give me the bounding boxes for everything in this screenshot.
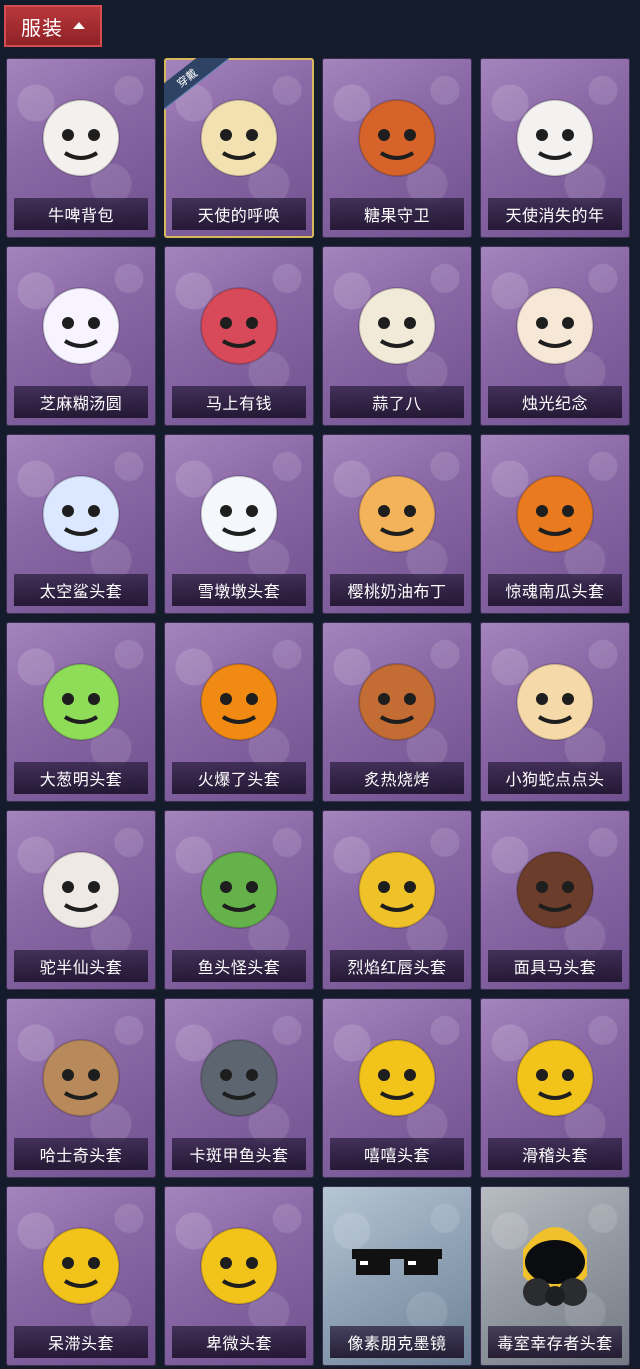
outfit-card-label: 大葱明头套 xyxy=(14,762,148,794)
jack-o-lantern-icon xyxy=(480,444,630,574)
dumpling-icon xyxy=(6,256,156,386)
outfit-card-label: 糖果守卫 xyxy=(330,198,464,230)
outfit-card-label: 火爆了头套 xyxy=(172,762,306,794)
outfit-card-label: 樱桃奶油布丁 xyxy=(330,574,464,606)
outfit-card-label: 哈士奇头套 xyxy=(14,1138,148,1170)
husky-icon xyxy=(6,1008,156,1138)
outfit-card[interactable]: 芝麻糊汤圆 xyxy=(6,246,156,426)
outfit-card[interactable]: 太空鲨头套 xyxy=(6,434,156,614)
pudding-icon xyxy=(322,444,472,574)
outfit-card[interactable]: 火爆了头套 xyxy=(164,622,314,802)
fire-spirit-icon xyxy=(164,632,314,762)
outfit-card-label: 驼半仙头套 xyxy=(14,950,148,982)
pumpkin-guard-icon xyxy=(322,68,472,198)
outfit-card-label: 蒜了八 xyxy=(330,386,464,418)
outfit-card-label: 小狗蛇点点头 xyxy=(488,762,622,794)
outfit-category-tab[interactable]: 服装 xyxy=(4,5,102,47)
outfit-card[interactable]: 鱼头怪头套 xyxy=(164,810,314,990)
outfit-card-label: 芝麻糊汤圆 xyxy=(14,386,148,418)
outfit-card[interactable]: 卡斑甲鱼头套 xyxy=(164,998,314,1178)
outfit-card[interactable]: 穿戴 天使的呼唤 xyxy=(164,58,314,238)
scallion-icon xyxy=(6,632,156,762)
outfit-card[interactable]: 面具马头套 xyxy=(480,810,630,990)
outfit-card-label: 鱼头怪头套 xyxy=(172,950,306,982)
outfit-card[interactable]: 糖果守卫 xyxy=(322,58,472,238)
alpaca-sunglasses-icon xyxy=(6,820,156,950)
smirk-emoji-icon xyxy=(480,1008,630,1138)
stare-emoji-icon xyxy=(6,1196,156,1326)
outfit-card-label: 毒室幸存者头套 xyxy=(488,1326,622,1358)
outfit-card[interactable]: 樱桃奶油布丁 xyxy=(322,434,472,614)
horse-mask-icon xyxy=(480,820,630,950)
lips-mask-icon xyxy=(322,820,472,950)
chevron-up-icon xyxy=(73,21,85,29)
veiled-angel-icon xyxy=(480,68,630,198)
outfit-card-label: 面具马头套 xyxy=(488,950,622,982)
outfit-card-label: 天使消失的年 xyxy=(488,198,622,230)
red-horse-icon xyxy=(164,256,314,386)
outfit-card-label: 惊魂南瓜头套 xyxy=(488,574,622,606)
snowman-icon xyxy=(164,444,314,574)
outfit-card[interactable]: 嘻嘻头套 xyxy=(322,998,472,1178)
outfit-card[interactable]: 天使消失的年 xyxy=(480,58,630,238)
outfit-card-label: 牛啤背包 xyxy=(14,198,148,230)
outfit-card-label: 雪墩墩头套 xyxy=(172,574,306,606)
outfit-card[interactable]: 雪墩墩头套 xyxy=(164,434,314,614)
turtle-icon xyxy=(164,1008,314,1138)
gas-mask-icon xyxy=(480,1196,630,1326)
outfit-card[interactable]: 毒室幸存者头套 xyxy=(480,1186,630,1366)
space-shark-icon xyxy=(6,444,156,574)
outfit-card-label: 嘻嘻头套 xyxy=(330,1138,464,1170)
fish-head-icon xyxy=(164,820,314,950)
grin-emoji-icon xyxy=(322,1008,472,1138)
outfit-card[interactable]: 蒜了八 xyxy=(322,246,472,426)
outfit-card-label: 炙热烧烤 xyxy=(330,762,464,794)
outfit-card-label: 卡斑甲鱼头套 xyxy=(172,1138,306,1170)
outfit-card-label: 太空鲨头套 xyxy=(14,574,148,606)
outfit-card-label: 呆滞头套 xyxy=(14,1326,148,1358)
outfit-card[interactable]: 炙热烧烤 xyxy=(322,622,472,802)
outfit-card[interactable]: 惊魂南瓜头套 xyxy=(480,434,630,614)
outfit-card[interactable]: 烛光纪念 xyxy=(480,246,630,426)
outfit-card-label: 天使的呼唤 xyxy=(172,198,306,230)
outfit-card[interactable]: 呆滞头套 xyxy=(6,1186,156,1366)
outfit-card-label: 烈焰红唇头套 xyxy=(330,950,464,982)
outfit-card[interactable]: 小狗蛇点点头 xyxy=(480,622,630,802)
outfit-card-label: 滑稽头套 xyxy=(488,1138,622,1170)
outfit-card[interactable]: 牛啤背包 xyxy=(6,58,156,238)
bbq-meat-icon xyxy=(322,632,472,762)
outfit-card[interactable]: 大葱明头套 xyxy=(6,622,156,802)
snake-dog-icon xyxy=(480,632,630,762)
outfit-card[interactable]: 哈士奇头套 xyxy=(6,998,156,1178)
cow-beer-backpack-icon xyxy=(6,68,156,198)
outfit-card[interactable]: 烈焰红唇头套 xyxy=(322,810,472,990)
outfit-category-label: 服装 xyxy=(21,15,63,40)
outfit-card-label: 像素朋克墨镜 xyxy=(330,1326,464,1358)
angel-doll-icon xyxy=(164,68,314,198)
outfit-card[interactable]: 像素朋克墨镜 xyxy=(322,1186,472,1366)
outfit-card[interactable]: 卑微头套 xyxy=(164,1186,314,1366)
shy-emoji-icon xyxy=(164,1196,314,1326)
outfit-card[interactable]: 马上有钱 xyxy=(164,246,314,426)
outfit-card-label: 烛光纪念 xyxy=(488,386,622,418)
outfit-card-label: 马上有钱 xyxy=(172,386,306,418)
candle-icon xyxy=(480,256,630,386)
outfit-card[interactable]: 驼半仙头套 xyxy=(6,810,156,990)
outfit-card[interactable]: 滑稽头套 xyxy=(480,998,630,1178)
garlic-icon xyxy=(322,256,472,386)
pixel-sunglasses-icon xyxy=(322,1196,472,1326)
outfit-card-label: 卑微头套 xyxy=(172,1326,306,1358)
